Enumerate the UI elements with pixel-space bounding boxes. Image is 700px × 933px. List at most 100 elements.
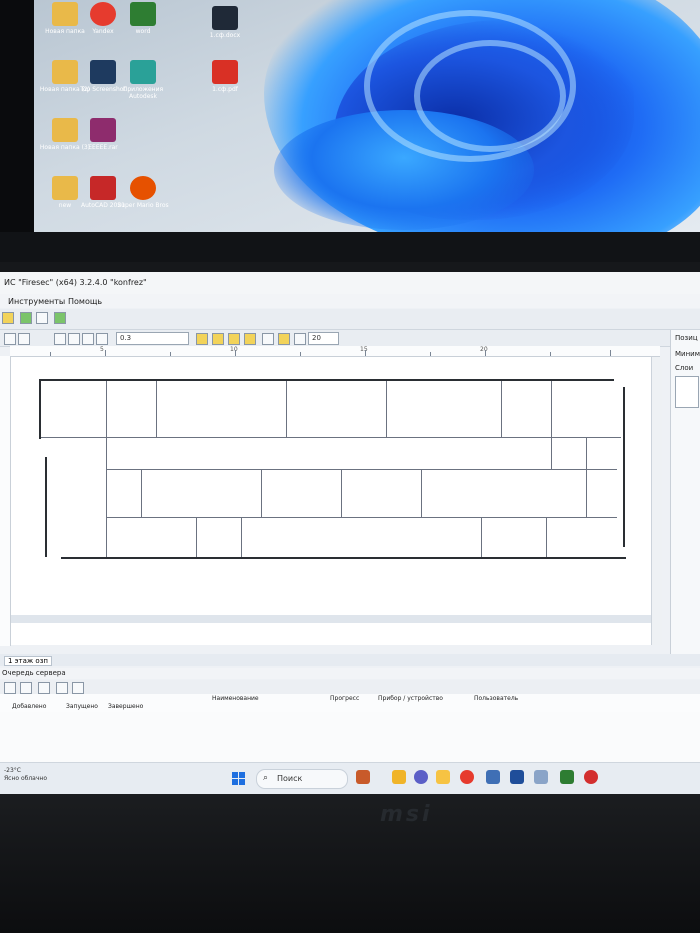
zoom-fit-icon[interactable] — [96, 333, 108, 345]
horizontal-scrollbar[interactable] — [11, 615, 651, 623]
mail-app-icon[interactable] — [510, 770, 524, 784]
apply-icon[interactable] — [20, 312, 32, 324]
column-added[interactable]: Добавлено — [12, 703, 46, 710]
windows-start-icon[interactable] — [232, 772, 245, 785]
upper-monitor: Новая папка Новая папка (2) Новая папка … — [0, 0, 700, 262]
plan-wall — [61, 557, 626, 559]
taskbar-search[interactable]: ⌕ Поиск — [256, 769, 348, 789]
save-icon[interactable] — [36, 312, 48, 324]
column-name[interactable]: Наименование — [212, 695, 259, 702]
desktop-icon[interactable]: 1.сф.pdf — [196, 60, 254, 93]
zoom-combo[interactable]: 0.3 — [116, 332, 189, 345]
floor-plan-canvas[interactable] — [11, 357, 651, 645]
main-toolbar — [0, 309, 700, 330]
yandex-taskbar-icon-2[interactable] — [584, 770, 598, 784]
queue-stop-icon[interactable] — [20, 682, 32, 694]
menu-tools[interactable]: Инструменты — [8, 297, 65, 306]
pointer-icon[interactable] — [294, 333, 306, 345]
horizontal-ruler: 5 10 15 20 — [10, 346, 660, 357]
chat-icon[interactable] — [414, 770, 428, 784]
desktop-icon[interactable]: Super Mario Bros — [114, 176, 172, 209]
desktop-icon[interactable]: 1.сф.docx — [196, 6, 254, 39]
plan-wall — [39, 379, 41, 439]
plan-corridor-line — [107, 517, 617, 518]
file-explorer-icon[interactable] — [392, 770, 406, 784]
calendar-app-icon[interactable] — [534, 770, 548, 784]
snap-icon[interactable] — [278, 333, 290, 345]
desktop-icon[interactable]: Приложения Autodesk — [114, 60, 172, 100]
desktop-icon[interactable]: ЕЕЕЕЕ.rar — [74, 118, 132, 151]
desktop-icon-label: Yandex — [92, 28, 114, 35]
plan-partition — [106, 381, 107, 557]
monitor-bezel — [0, 232, 700, 262]
ruler-tick — [485, 350, 486, 356]
menu-help[interactable]: Помощь — [68, 297, 102, 306]
camera-icon — [90, 60, 116, 84]
plan-partition — [586, 437, 587, 517]
column-progress[interactable]: Прогресс — [330, 695, 359, 702]
plan-partition — [241, 517, 242, 557]
align-right-icon[interactable] — [228, 333, 240, 345]
ruler-tick — [610, 350, 611, 356]
autodesk-icon — [130, 60, 156, 84]
position-panel-label: Позиц — [675, 334, 698, 342]
ruler-tick — [235, 350, 236, 356]
column-device[interactable]: Прибор / устройство — [378, 695, 443, 702]
validate-icon[interactable] — [54, 312, 66, 324]
queue-delete-icon[interactable] — [38, 682, 50, 694]
align-left-icon[interactable] — [196, 333, 208, 345]
folder-app-icon[interactable] — [436, 770, 450, 784]
ruler-tick — [430, 352, 431, 356]
search-placeholder: Поиск — [277, 774, 303, 783]
queue-up-icon[interactable] — [72, 682, 84, 694]
monitor-app-icon[interactable] — [486, 770, 500, 784]
layers-label: Слои — [675, 364, 694, 372]
column-finished[interactable]: Завершено — [108, 703, 143, 710]
weather-widget[interactable]: -23°C Ясно облачно — [4, 767, 47, 783]
document-icon — [212, 6, 238, 30]
desktop-icon[interactable]: word — [114, 2, 172, 35]
open-icon[interactable] — [2, 312, 14, 324]
ruler-tick — [170, 352, 171, 356]
queue-table-body — [0, 712, 700, 762]
plan-partition — [286, 381, 287, 437]
server-queue-title: Очередь сервера — [2, 669, 66, 677]
window-titlebar[interactable]: ИС "Firesec" (x64) 3.2.4.0 "konfrez" — [0, 272, 700, 294]
pdf-icon — [212, 60, 238, 84]
ruler-tick — [50, 352, 51, 356]
zoom-out-icon[interactable] — [82, 333, 94, 345]
plan-partition — [386, 381, 387, 437]
city-app-icon[interactable] — [356, 770, 370, 784]
wallpaper-petal-inner — [414, 40, 566, 152]
server-queue-header: Очередь сервера — [0, 668, 700, 679]
zoom-in-icon[interactable] — [68, 333, 80, 345]
redo-icon[interactable] — [18, 333, 30, 345]
plan-corridor-line — [107, 469, 617, 470]
ruler-label: 20 — [480, 346, 488, 353]
queue-move-icon[interactable] — [56, 682, 68, 694]
column-started[interactable]: Запущено — [66, 703, 98, 710]
column-user[interactable]: Пользователь — [474, 695, 518, 702]
align-top-icon[interactable] — [244, 333, 256, 345]
floor-tabs: 1 этаж озп — [0, 654, 700, 666]
game-icon — [130, 176, 156, 200]
yandex-browser-icon — [90, 2, 116, 26]
yandex-taskbar-icon[interactable] — [460, 770, 474, 784]
tab-floor-1[interactable]: 1 этаж озп — [4, 656, 53, 666]
plan-partition — [196, 517, 197, 557]
grid-icon[interactable] — [262, 333, 274, 345]
plan-wall — [39, 379, 614, 381]
undo-icon[interactable] — [4, 333, 16, 345]
queue-play-icon[interactable] — [4, 682, 16, 694]
layers-tree[interactable] — [675, 376, 699, 408]
autocad-taskbar-icon[interactable] — [560, 770, 574, 784]
word-icon — [130, 2, 156, 26]
ruler-label: 5 — [100, 346, 104, 353]
desktop-icon-label: 1.сф.docx — [209, 32, 241, 39]
weather-condition: Ясно облачно — [4, 775, 47, 782]
align-center-icon[interactable] — [212, 333, 224, 345]
vertical-scrollbar[interactable] — [651, 357, 662, 645]
grid-size-combo[interactable]: 20 — [308, 332, 339, 345]
zoom-icon[interactable] — [54, 333, 66, 345]
ruler-tick — [550, 352, 551, 356]
